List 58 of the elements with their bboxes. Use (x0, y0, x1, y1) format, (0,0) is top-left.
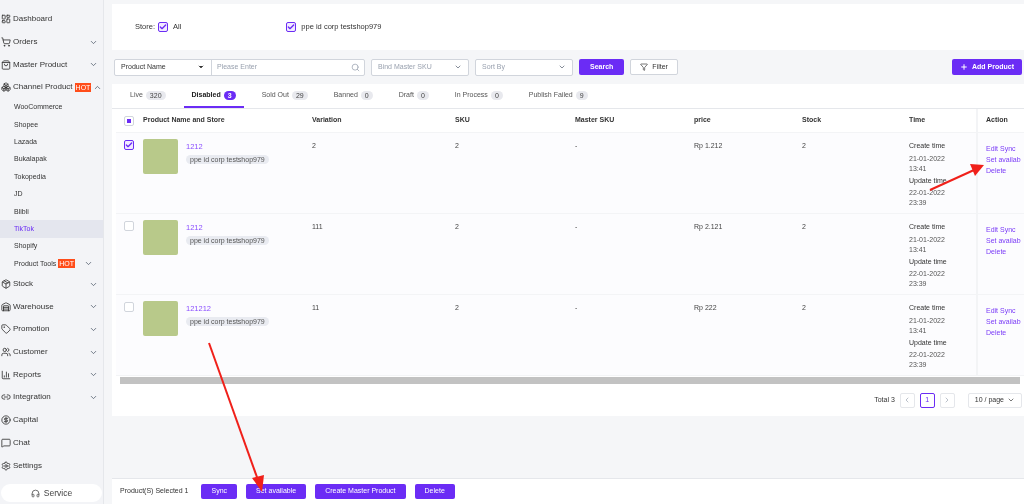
warehouse-icon (1, 301, 11, 312)
select-all-checkbox[interactable] (124, 115, 134, 126)
sidebar-item[interactable]: Integration (0, 386, 103, 409)
sidebar-label: Capital (13, 414, 38, 427)
dashboard-icon (1, 14, 11, 25)
photo-placeholder (143, 220, 178, 255)
cart-icon (1, 37, 11, 48)
sidebar-label: Master Product (13, 58, 68, 71)
dollar-icon (1, 415, 11, 426)
sidebar-label: Stock (13, 278, 33, 290)
service-button[interactable]: Service (1, 484, 102, 502)
bar-chart-icon (1, 369, 11, 380)
sidebar-item[interactable]: Chat (0, 431, 103, 455)
plus-icon (960, 63, 968, 71)
prev-page-button[interactable] (899, 392, 915, 408)
sidebar-label: Settings (13, 459, 42, 472)
sidebar-item[interactable]: Settings (0, 454, 103, 477)
horizontal-scrollbar[interactable] (120, 377, 1020, 384)
sidebar-item[interactable]: Capital (0, 408, 103, 432)
sidebar-item[interactable]: Reports (0, 363, 103, 387)
checkbox[interactable] (286, 22, 297, 32)
checkbox[interactable] (124, 140, 134, 150)
box-icon (1, 279, 11, 289)
link-icon (1, 392, 11, 403)
photo-placeholder (143, 301, 178, 336)
sidebar-item[interactable]: Stock (0, 272, 103, 296)
sidebar-label: Orders (13, 36, 38, 49)
caret-icon (454, 63, 462, 71)
sidebar-item[interactable]: Promotion (0, 318, 103, 341)
sidebar-item[interactable]: Orders (0, 30, 103, 54)
sidebar-label: Reports (13, 368, 41, 381)
sidebar-item[interactable]: Customer (0, 340, 103, 364)
sidebar-item[interactable]: Warehouse (0, 295, 103, 319)
headset-icon (30, 488, 40, 498)
photo-placeholder (143, 139, 178, 174)
sidebar-label: Promotion (13, 323, 50, 336)
annotation-arrow (929, 164, 984, 191)
search-icon (351, 62, 360, 72)
next-page-button[interactable] (939, 392, 955, 408)
sidebar-label: Dashboard (13, 13, 53, 26)
filter-icon (640, 63, 649, 71)
checkbox[interactable] (158, 22, 168, 32)
sidebar-label: Chat (13, 436, 30, 449)
sidebar-label: Customer (13, 346, 48, 359)
caret-icon (197, 63, 205, 71)
sidebar-item[interactable]: Master Product (0, 53, 103, 77)
sidebar-label: Channel Product (13, 81, 73, 94)
bag-icon (1, 59, 11, 70)
sidebar-item[interactable]: Dashboard (0, 8, 103, 31)
settings-icon (1, 460, 11, 471)
sidebar-label: Warehouse (13, 300, 54, 313)
boxes-icon (1, 82, 11, 93)
chevron-down-icon (1007, 396, 1015, 404)
tag-icon (1, 324, 11, 335)
sidebar-label: Integration (13, 391, 51, 404)
chat-icon (1, 437, 11, 448)
users-icon (1, 347, 11, 358)
caret-icon (558, 63, 566, 71)
